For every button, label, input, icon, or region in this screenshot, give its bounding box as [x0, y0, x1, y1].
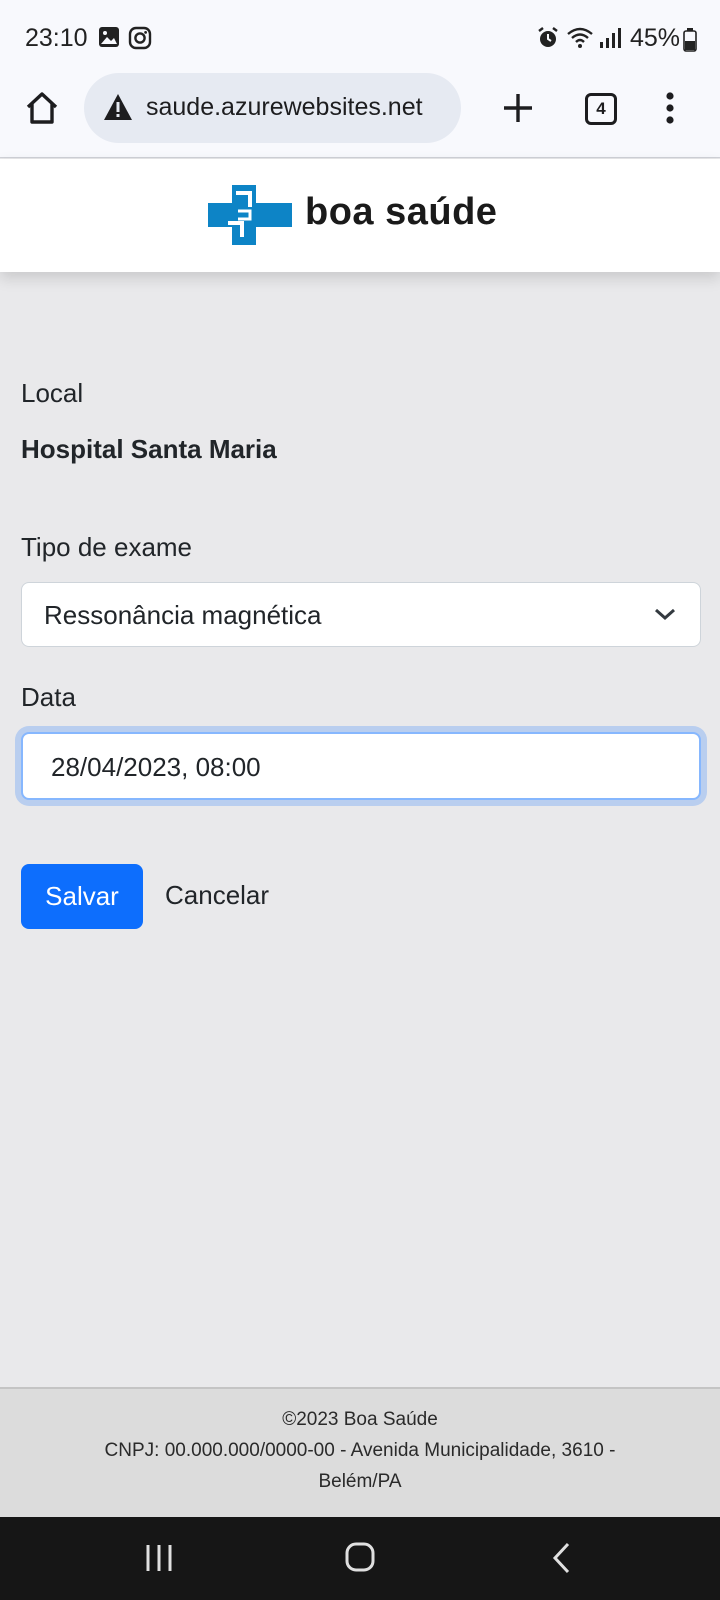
site-header: boa saúde [0, 159, 720, 272]
local-label: Local [21, 378, 84, 408]
signal-icon [598, 26, 622, 55]
battery-percent: 45% [630, 24, 681, 52]
logo-icon[interactable] [208, 185, 292, 250]
battery-icon [683, 28, 697, 57]
url-text: saude.azurewebsites.net [146, 93, 423, 121]
footer-address-line1: CNPJ: 00.000.000/0000-00 - Avenida Munic… [104, 1440, 616, 1461]
date-input[interactable]: 28/04/2023, 08:00 [21, 732, 701, 800]
home-icon[interactable] [22, 88, 62, 128]
recent-apps-icon[interactable] [145, 1543, 173, 1578]
footer: ©2023 Boa Saúde CNPJ: 00.000.000/0000-00… [0, 1387, 720, 1517]
instagram-icon [128, 26, 152, 55]
footer-address-line2: Belém/PA [318, 1471, 402, 1492]
tabs-icon[interactable]: 4 [585, 93, 617, 125]
wifi-icon [566, 26, 594, 55]
more-menu-icon[interactable] [656, 90, 684, 126]
date-value: 28/04/2023, 08:00 [51, 752, 261, 782]
warning-icon[interactable] [102, 91, 134, 123]
brand-name[interactable]: boa saúde [305, 191, 497, 234]
chevron-down-icon [654, 605, 676, 628]
local-value: Hospital Santa Maria [21, 434, 277, 464]
status-time: 23:10 [25, 24, 88, 52]
footer-copyright: ©2023 Boa Saúde [282, 1409, 438, 1430]
tab-count: 4 [596, 99, 606, 118]
back-icon[interactable] [550, 1541, 572, 1580]
gallery-icon [98, 26, 120, 53]
exam-type-select[interactable]: Ressonância magnética [21, 582, 701, 647]
new-tab-icon[interactable] [500, 90, 536, 126]
save-button[interactable]: Salvar [21, 864, 143, 929]
save-button-label: Salvar [45, 881, 119, 911]
cancel-button[interactable]: Cancelar [165, 880, 269, 911]
address-bar[interactable]: saude.azurewebsites.net [84, 73, 461, 143]
system-nav-bar [0, 1517, 720, 1600]
exam-type-label: Tipo de exame [21, 532, 193, 562]
alarm-icon [536, 26, 560, 55]
date-label: Data [21, 682, 76, 712]
status-bar: 23:10 45% [0, 0, 720, 78]
home-nav-icon[interactable] [344, 1541, 376, 1578]
exam-type-value: Ressonância magnética [44, 600, 322, 630]
